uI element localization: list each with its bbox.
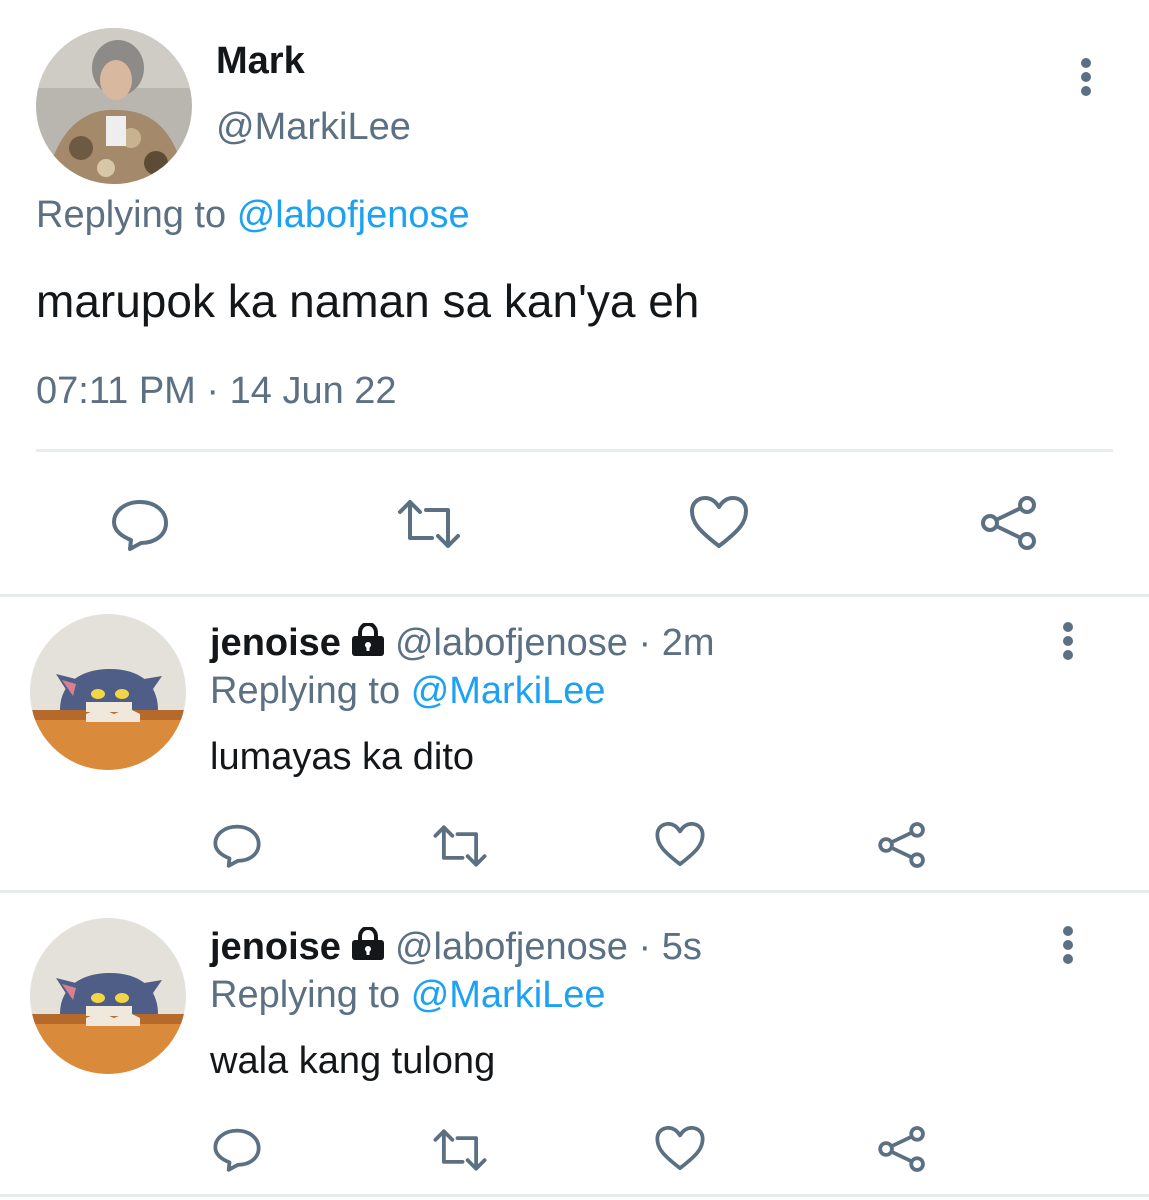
user-handle[interactable]: @labofjenose [395, 926, 628, 968]
share-icon[interactable] [978, 494, 1040, 552]
timestamp-separator: · [638, 926, 652, 968]
replying-to-label: Replying to [36, 194, 227, 236]
reply-icon[interactable] [212, 1124, 262, 1174]
replying-to-link[interactable]: @MarkiLee [411, 974, 606, 1016]
more-options-icon[interactable] [1058, 620, 1078, 666]
retweet-icon[interactable] [396, 496, 462, 552]
lock-icon [349, 621, 387, 657]
share-icon[interactable] [876, 820, 928, 870]
replying-to-link[interactable]: @labofjenose [237, 194, 470, 236]
timestamp-separator: · [206, 370, 220, 412]
like-icon[interactable] [654, 1124, 706, 1172]
avatar[interactable] [30, 614, 186, 770]
replying-to-line: Replying to @labofjenose [36, 194, 470, 237]
reply-time: 2m [661, 622, 715, 664]
avatar[interactable] [36, 28, 192, 184]
tweet-date: 14 Jun 22 [229, 370, 397, 412]
display-name[interactable]: jenoise [210, 926, 341, 968]
divider [0, 890, 1149, 893]
reply-text: wala kang tulong [210, 1040, 496, 1082]
reply-text: lumayas ka dito [210, 736, 475, 778]
reply-icon[interactable] [212, 820, 262, 870]
tweet-text: marupok ka naman sa kan'ya eh [36, 275, 700, 327]
lock-icon [349, 925, 387, 961]
avatar[interactable] [30, 918, 186, 1074]
user-handle[interactable]: @MarkiLee [216, 106, 411, 149]
reply-icon[interactable] [110, 494, 170, 554]
replying-to-link[interactable]: @MarkiLee [411, 670, 606, 712]
more-options-icon[interactable] [1058, 924, 1078, 970]
more-options-icon[interactable] [1076, 56, 1096, 102]
retweet-icon[interactable] [432, 822, 488, 870]
like-icon[interactable] [688, 494, 750, 550]
display-name[interactable]: jenoise [210, 622, 341, 664]
display-name[interactable]: Mark [216, 40, 305, 83]
tweet-timestamp: 07:11 PM · 14 Jun 22 [36, 370, 397, 413]
replying-to-line: Replying to @MarkiLee [210, 974, 606, 1017]
share-icon[interactable] [876, 1124, 928, 1174]
reply-time: 5s [661, 926, 702, 968]
divider [36, 449, 1113, 452]
reply-header: jenoise @labofjenose · 2m [210, 621, 715, 665]
user-handle[interactable]: @labofjenose [395, 622, 628, 664]
replying-to-label: Replying to [210, 670, 401, 712]
replying-to-line: Replying to @MarkiLee [210, 670, 606, 713]
replying-to-label: Replying to [210, 974, 401, 1016]
timestamp-separator: · [638, 622, 652, 664]
divider [0, 594, 1149, 597]
tweet-time: 07:11 PM [36, 370, 196, 412]
divider [0, 1194, 1149, 1197]
retweet-icon[interactable] [432, 1126, 488, 1174]
reply-header: jenoise @labofjenose · 5s [210, 925, 702, 969]
like-icon[interactable] [654, 820, 706, 868]
